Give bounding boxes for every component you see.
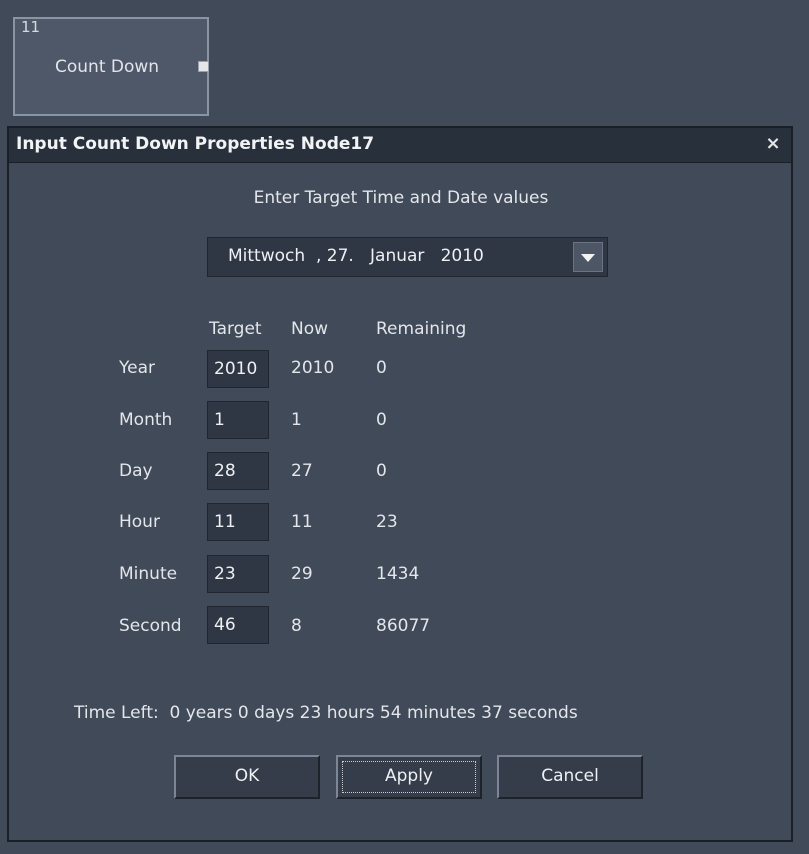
second-target-value: 46 xyxy=(214,615,236,635)
year-now: 2010 xyxy=(291,358,335,378)
node-label: Count Down xyxy=(55,57,160,77)
ok-button[interactable]: OK xyxy=(174,755,320,799)
year-target-value: 2010 xyxy=(214,359,258,379)
minute-target-input[interactable]: 23 xyxy=(207,555,269,593)
hour-remaining: 23 xyxy=(376,512,398,532)
row-label-month: Month xyxy=(119,410,173,430)
row-label-hour: Hour xyxy=(119,512,160,532)
row-label-day: Day xyxy=(119,461,153,481)
column-header-now: Now xyxy=(291,319,329,339)
dialog-titlebar[interactable]: Input Count Down Properties Node17 × xyxy=(9,128,791,163)
dialog-heading: Enter Target Time and Date values xyxy=(253,188,549,208)
time-left-text: Time Left: 0 years 0 days 23 hours 54 mi… xyxy=(74,703,578,723)
chevron-down-icon xyxy=(581,254,595,262)
column-header-remaining: Remaining xyxy=(376,319,467,339)
day-remaining: 0 xyxy=(376,461,387,481)
apply-button[interactable]: Apply xyxy=(336,755,482,799)
month-remaining: 0 xyxy=(376,410,387,430)
dialog-title: Input Count Down Properties Node17 xyxy=(16,134,375,154)
close-icon[interactable]: × xyxy=(763,134,783,154)
cancel-button[interactable]: Cancel xyxy=(497,755,643,799)
month-target-value: 1 xyxy=(214,410,225,430)
date-select-value: Mittwoch , 27. Januar 2010 xyxy=(228,246,484,266)
output-port[interactable] xyxy=(198,61,209,72)
properties-dialog: Input Count Down Properties Node17 × Ent… xyxy=(7,126,793,842)
minute-now: 29 xyxy=(291,564,313,584)
minute-remaining: 1434 xyxy=(376,564,420,584)
node-editor-canvas: 11 Count Down Input Count Down Propertie… xyxy=(0,0,809,854)
day-now: 27 xyxy=(291,461,313,481)
year-remaining: 0 xyxy=(376,358,387,378)
hour-now: 11 xyxy=(291,512,313,532)
month-target-input[interactable]: 1 xyxy=(207,401,269,439)
row-label-second: Second xyxy=(119,616,182,636)
row-label-year: Year xyxy=(119,358,155,378)
second-now: 8 xyxy=(291,616,302,636)
month-now: 1 xyxy=(291,410,302,430)
day-target-value: 28 xyxy=(214,461,236,481)
second-target-input[interactable]: 46 xyxy=(207,606,269,644)
count-down-node[interactable]: 11 Count Down xyxy=(13,17,209,116)
dropdown-button[interactable] xyxy=(573,242,603,272)
column-header-target: Target xyxy=(209,319,262,339)
day-target-input[interactable]: 28 xyxy=(207,452,269,490)
dialog-body: Enter Target Time and Date values Mittwo… xyxy=(19,170,783,834)
row-label-minute: Minute xyxy=(119,564,178,584)
hour-target-value: 11 xyxy=(214,512,236,532)
hour-target-input[interactable]: 11 xyxy=(207,503,269,541)
node-id: 11 xyxy=(21,18,41,36)
year-target-input[interactable]: 2010 xyxy=(207,350,269,388)
focus-indicator xyxy=(342,761,476,793)
date-select[interactable]: Mittwoch , 27. Januar 2010 xyxy=(207,237,608,277)
second-remaining: 86077 xyxy=(376,616,431,636)
minute-target-value: 23 xyxy=(214,564,236,584)
